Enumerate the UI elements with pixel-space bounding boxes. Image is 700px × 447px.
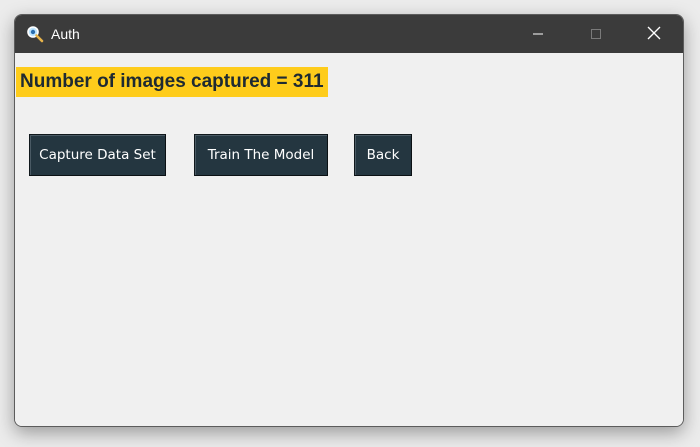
close-button[interactable] bbox=[625, 15, 683, 53]
back-button[interactable]: Back bbox=[354, 134, 412, 176]
minimize-icon bbox=[532, 25, 544, 44]
magnifier-icon bbox=[26, 25, 44, 43]
title-bar[interactable]: Auth bbox=[15, 15, 683, 53]
close-icon bbox=[647, 25, 661, 44]
maximize-button[interactable] bbox=[567, 15, 625, 53]
window-title: Auth bbox=[51, 26, 80, 42]
capture-data-set-button[interactable]: Capture Data Set bbox=[29, 134, 166, 176]
app-window: Auth Number of images captured = 311 Cap… bbox=[14, 14, 684, 427]
minimize-button[interactable] bbox=[509, 15, 567, 53]
maximize-icon bbox=[590, 25, 602, 44]
train-model-button[interactable]: Train The Model bbox=[194, 134, 328, 176]
main-content: Number of images captured = 311 Capture … bbox=[15, 53, 683, 426]
images-captured-label: Number of images captured = 311 bbox=[16, 67, 328, 97]
